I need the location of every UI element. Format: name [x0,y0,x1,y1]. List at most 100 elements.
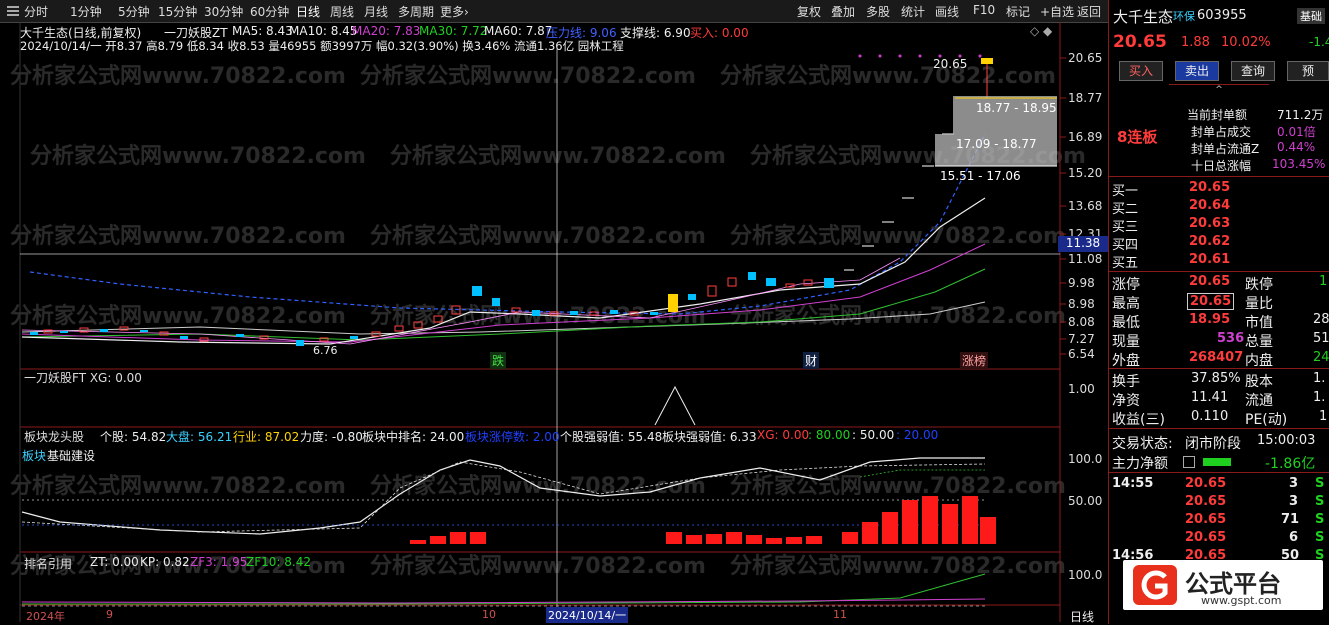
diamond-icon[interactable]: ◇ ◆ [1030,24,1052,38]
toolbar-fuquan[interactable]: 复权 [797,3,821,20]
price-change-pct: 10.02% [1221,35,1271,50]
period-tab-30min[interactable]: 30分钟 [204,3,243,20]
last-price: 20.65 [1113,32,1167,52]
toolbar-back[interactable]: 返回 [1077,3,1101,20]
pane3-20: : 20.00 [896,428,939,442]
bid-row: 买二 20.64 [1112,198,1231,217]
stat-row: 净资 11.41 流通 1. [1112,390,1326,409]
pane3-sector-rank: 板块中排名: 24.00 [362,430,465,444]
pane4-zf3: ZF3: 1.95 [190,555,248,569]
y-label: 8.98 [1068,297,1095,311]
x-label: 2024年 [26,610,65,623]
period-tab-multi[interactable]: 多周期 [398,3,434,20]
y-label: 7.27 [1068,332,1095,346]
stat-row: 换手 37.85% 股本 1. [1112,371,1326,390]
doc-icon[interactable] [1183,456,1195,468]
pane4-zt: ZT: 0.00 [90,555,139,569]
sector-tag[interactable]: 基础 [1297,8,1325,24]
seal-label: 当前封单额 [1187,108,1248,122]
pane2-y-label: 1.00 [1068,382,1095,396]
toolbar-draw[interactable]: 画线 [935,3,959,20]
tick-row: 20.65 3 S [1185,494,1325,509]
y-label: 15.20 [1068,166,1103,180]
gspt-logo: 公式平台 www.gspt.com [1123,560,1323,610]
kline-chart-area[interactable]: 大千生态(日线,前复权) 一刀妖股ZT MA5: 8.43 MA10: 8.45… [0,22,1108,624]
period-tab-60min[interactable]: 60分钟 [250,3,289,20]
seal-label: 十日总涨幅 [1191,159,1252,173]
collapse-toggle[interactable]: ^ [1169,84,1269,95]
buy-button[interactable]: 买入 [1119,61,1163,81]
sector-label: 板块 [22,449,47,463]
price-box-2: 17.09 - 18.77 [956,137,1037,151]
period-tab-minute[interactable]: 分时 [24,3,48,20]
pane3-80: : 80.00 [808,428,851,442]
period-tab-more[interactable]: 更多› [440,3,469,20]
marker-cai: 财 [803,352,820,369]
period-tab-5min[interactable]: 5分钟 [118,3,150,20]
trade-status-label: 交易状态: [1112,436,1173,452]
pane3-sector-strength: 板块强弱值: 6.33 [662,430,757,444]
y-label: 11.08 [1068,252,1103,266]
toolbar-f10[interactable]: F10 [973,3,995,17]
period-tab-monthly[interactable]: 月线 [364,3,388,20]
stock-code: 603955 [1197,8,1247,23]
seal-label: 封单占流通Z [1191,142,1260,156]
period-tab-daily[interactable]: 日线 [296,3,320,20]
period-tab-weekly[interactable]: 周线 [330,3,354,20]
preview-button[interactable]: 预 [1287,61,1329,81]
pane3-industry-value: 行业: 87.02 [233,430,300,444]
seal-label: 封单占成交 [1191,125,1252,139]
pane4-title-indicator: 排名引用 [24,557,73,571]
period-tab-1min[interactable]: 1分钟 [70,3,102,20]
trade-status: 闭市阶段 [1185,436,1241,452]
pane4-zf10: ZF10: 8.42 [246,555,311,569]
limit-up-streak: 8连板 [1117,128,1158,146]
menu-icon[interactable] [6,4,20,18]
x-period-label: 日线 [1070,610,1095,624]
tick-row: 20.65 71 S [1185,512,1325,527]
y-label: 8.08 [1068,315,1095,329]
toolbar-add-watchlist[interactable]: +自选 [1040,3,1074,20]
y-label: 13.68 [1068,199,1103,213]
marker-die: 跌 [490,352,507,369]
marker-zhangbang: 涨榜 [960,352,989,369]
top-price-label: 20.65 [933,57,968,71]
pane3-50: : 50.00 [852,428,895,442]
pane3-y-label: 100.0 [1068,452,1103,466]
pane3-title-indicator: 板块龙头股 [24,430,85,444]
seal-value: 0.44% [1277,140,1316,154]
sell-button[interactable]: 卖出 [1175,61,1219,81]
pane3-strength: 力度: -0.80 [300,430,363,444]
x-label: 9 [106,608,113,621]
toolbar-overlay[interactable]: 叠加 [831,3,855,20]
crosshair-price: 11.38 [1058,236,1108,252]
price-change: 1.88 [1181,35,1210,50]
bid-row: 买五 20.61 [1112,252,1231,271]
x-crosshair-date: 2024/10/14/一 [546,607,629,623]
toolbar-stats[interactable]: 统计 [901,3,925,20]
pane4-kp: KP: 0.82 [140,555,190,569]
pane3-xg: XG: 0.00 [757,428,810,442]
tick-row: 14:55 20.65 3 S [1112,476,1325,491]
seal-value: 103.45% [1272,157,1326,171]
bid-row: 买一 20.65 [1112,180,1231,199]
stock-tag: 环保 [1173,10,1195,23]
net-flow-label: 主力净额 [1112,456,1168,472]
bid-row: 买三 20.63 [1112,216,1231,235]
stat-row: 最低 18.95 市值 28 [1112,312,1329,331]
pane2-title: 一刀妖股FT XG: 0.00 [24,371,142,385]
stat-row: 外盘 268407 内盘 24 [1112,350,1329,369]
period-tab-15min[interactable]: 15分钟 [158,3,197,20]
logo-url: www.gspt.com [1201,594,1282,607]
tick-row: 20.65 6 S [1185,530,1325,545]
seal-value: 0.01倍 [1277,125,1316,139]
period-toolbar: 分时 1分钟 5分钟 15分钟 30分钟 60分钟 日线 周线 月线 多周期 更… [0,0,1108,23]
price-box-3: 15.51 - 17.06 [940,169,1021,183]
stat-row: 涨停 20.65 跌停 1 [1112,274,1328,293]
toolbar-mark[interactable]: 标记 [1006,3,1030,20]
sector-name: 基础建设 [47,449,96,463]
query-button[interactable]: 查询 [1231,61,1275,81]
toolbar-multistock[interactable]: 多股 [866,3,890,20]
price-box-1: 18.77 - 18.95 [976,101,1057,115]
pane3-limit-count: 板块涨停数: 2.00 [465,430,560,444]
